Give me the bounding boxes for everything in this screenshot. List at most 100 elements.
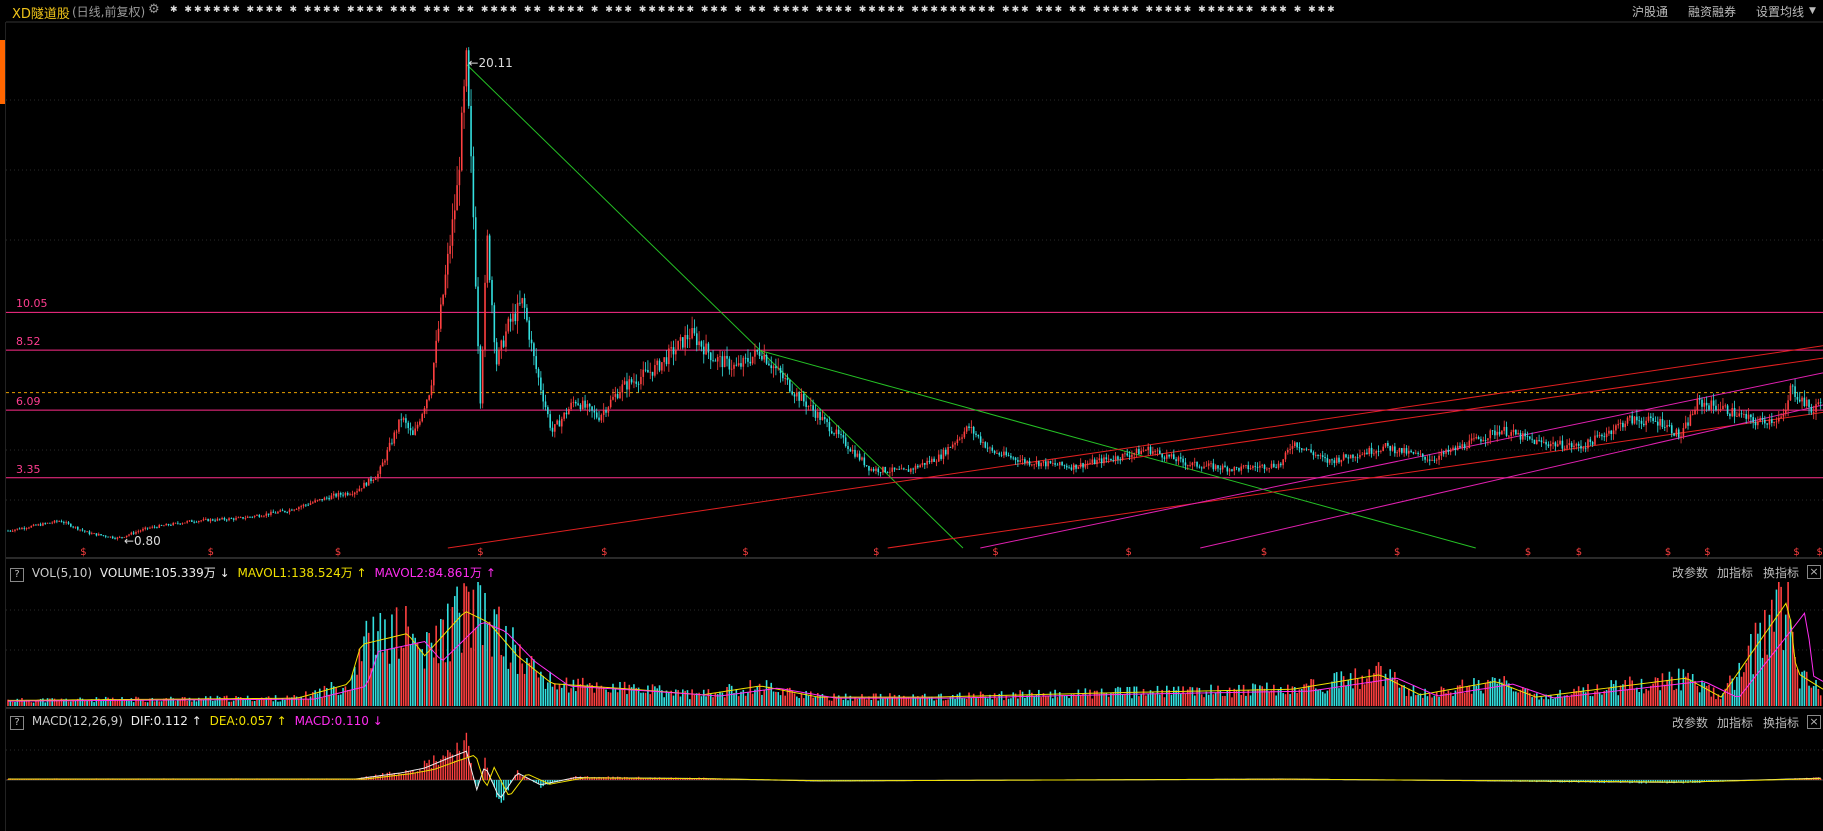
candle-body (1729, 413, 1731, 417)
candle-body (1480, 439, 1482, 442)
volume-bar (1447, 690, 1450, 706)
candle-body (137, 531, 140, 533)
volume-bar (765, 680, 768, 706)
candle-body (1224, 465, 1226, 468)
candle-body (88, 531, 91, 535)
candle-body (1221, 465, 1224, 470)
candle-body (202, 519, 205, 521)
volume-bar (533, 659, 535, 706)
volume-bar (912, 694, 914, 706)
volume-bar (342, 687, 344, 706)
candle-body (905, 469, 907, 471)
candle-body (544, 401, 547, 408)
dividend-marker: $ (1125, 547, 1131, 558)
macd-histogram-bar (454, 760, 456, 780)
volume-bar (693, 694, 696, 706)
candle-body (1410, 450, 1412, 452)
candle-body (581, 400, 584, 410)
volume-bar (658, 685, 661, 706)
volume-bar (940, 693, 942, 706)
candle-body (1661, 418, 1664, 427)
volume-bar (777, 692, 780, 706)
candle-body (442, 294, 444, 305)
volume-bar (1275, 695, 1277, 706)
candle-body (835, 429, 838, 435)
candle-body (498, 349, 500, 365)
candle-body (1719, 409, 1722, 410)
dividend-marker: $ (335, 547, 341, 558)
volume-bar (470, 647, 472, 706)
candle-body (1582, 447, 1585, 449)
candle-body (1373, 453, 1375, 455)
volume-bar (67, 701, 70, 706)
candle-body (53, 520, 56, 523)
candle-body (1722, 405, 1724, 410)
candle-body (1810, 407, 1813, 413)
volume-bar (235, 695, 237, 706)
candle-body (996, 453, 998, 454)
macd-add-indicator-button[interactable]: 加指标 (1717, 714, 1753, 731)
candle-body (993, 450, 996, 454)
candle-body (1303, 448, 1305, 450)
volume-bar (1282, 693, 1284, 706)
candle-body (1156, 450, 1159, 452)
candle-body (356, 491, 358, 493)
candle-body (1747, 414, 1750, 419)
vol-change-params-button[interactable]: 改参数 (1672, 564, 1708, 581)
price-level-label: 3.35 (16, 462, 41, 476)
candle-body (1170, 454, 1173, 457)
volume-bar (933, 700, 935, 706)
candle-body (570, 402, 572, 409)
volume-bar (609, 692, 612, 706)
volume-bar (1633, 689, 1636, 706)
volume-bar (1673, 690, 1675, 706)
volume-bar (1356, 678, 1359, 706)
volume-bar (663, 697, 665, 706)
volume-bar (1398, 687, 1401, 706)
macd-close-icon[interactable]: × (1807, 715, 1821, 729)
candle-body (1338, 457, 1340, 463)
vol-close-icon[interactable]: × (1807, 565, 1821, 579)
candle-body (1736, 416, 1738, 417)
candle-body (1545, 441, 1547, 445)
vol-switch-indicator-button[interactable]: 换指标 (1763, 564, 1799, 581)
volume-bar (1247, 690, 1250, 706)
candle-body (1231, 469, 1233, 471)
candle-body (884, 466, 887, 473)
volume-bar (444, 662, 447, 706)
kline-chart[interactable]: $ $ $ $ $ $ $ $ $ $ $ $ $ $ $ $ $ (0, 0, 1823, 831)
volume-bar (1412, 685, 1415, 706)
candle-body (716, 357, 719, 362)
vol-add-indicator-button[interactable]: 加指标 (1717, 564, 1753, 581)
candle-body (1636, 416, 1638, 421)
volume-bar (651, 684, 654, 706)
candle-body (360, 488, 363, 490)
volume-bar (79, 697, 81, 706)
volume-bar (9, 701, 12, 706)
volume-bar (675, 689, 677, 706)
volume-bar (691, 689, 693, 706)
volume-bar (1328, 689, 1331, 706)
help-icon[interactable]: ? (10, 716, 24, 730)
candle-body (614, 394, 617, 397)
candle-body (339, 492, 342, 495)
volume-bar (695, 693, 698, 706)
volume-bar (274, 695, 277, 706)
candle-body (1791, 385, 1794, 387)
candle-body (842, 435, 845, 438)
candle-body (730, 368, 733, 370)
macd-change-params-button[interactable]: 改参数 (1672, 714, 1708, 731)
candle-body (412, 430, 414, 435)
volume-bar (889, 693, 891, 706)
candle-body (1061, 461, 1063, 466)
help-icon[interactable]: ? (10, 568, 24, 582)
volume-bar (1482, 693, 1485, 706)
volume-bar (584, 685, 586, 706)
macd-switch-indicator-button[interactable]: 换指标 (1763, 714, 1799, 731)
volume-bar (847, 700, 849, 706)
volume-bar (1542, 699, 1545, 706)
volume-bar (1680, 690, 1682, 706)
candle-body (1312, 452, 1315, 456)
candle-body (1482, 440, 1485, 442)
volume-bar (225, 695, 228, 706)
